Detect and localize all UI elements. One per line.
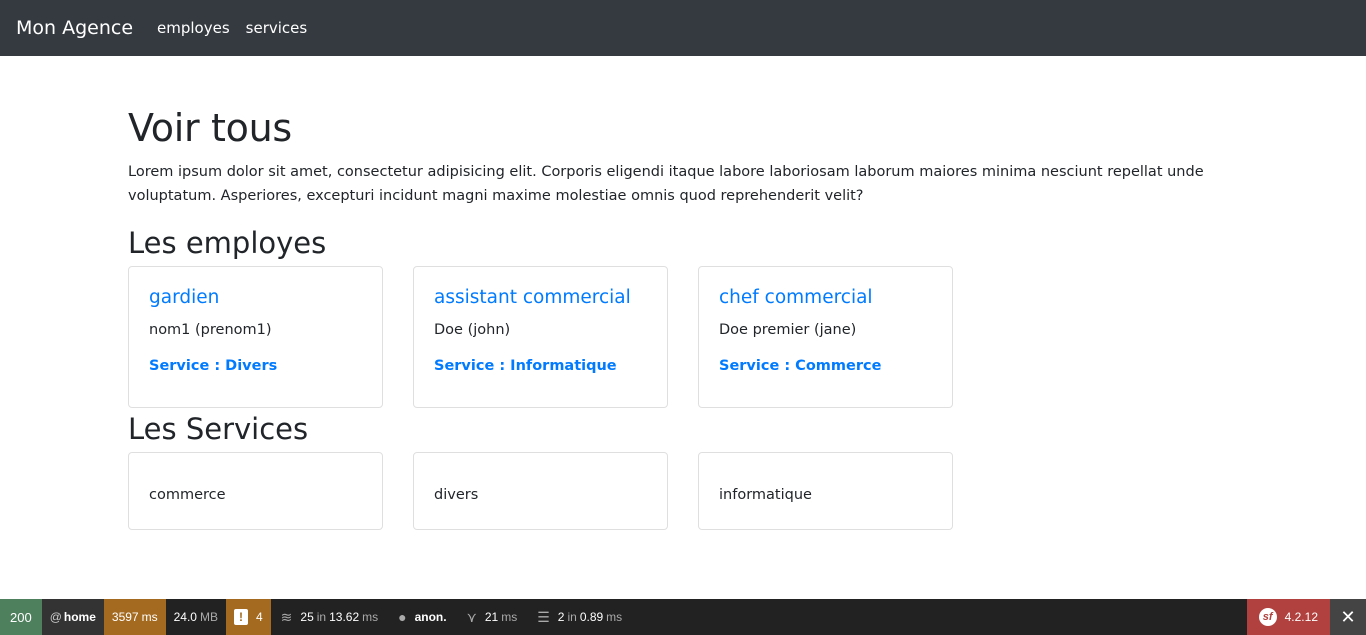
services-heading: Les Services [128,411,309,446]
warnings-panel[interactable]: ! 4 [225,599,271,635]
service-card: informatique [698,451,953,530]
employee-cards: gardien nom1 (prenom1) Service : Divers … [128,265,1238,408]
symfony-logo-icon: sf [1258,608,1277,626]
employee-card: assistant commercial Doe (john) Service … [413,265,668,408]
employee-service-link[interactable]: Service : Commerce [719,358,932,374]
cache-unit: ms [606,610,623,624]
nav-link-services[interactable]: services [246,19,308,37]
memory-unit: MB [199,610,218,624]
queries-panel[interactable]: ≋ 25 in 13.62 ms [271,599,386,635]
route-prefix: @ [49,610,62,624]
employee-service-link[interactable]: Service : Informatique [434,358,647,374]
employee-card: chef commercial Doe premier (jane) Servi… [698,265,953,408]
cache-in: in [567,610,577,624]
debug-toolbar: 200 @ home 3597 ms 24.0 MB ! 4 ≋ 25 in 1… [0,599,1366,635]
cache-time: 0.89 [579,610,604,624]
cache-count: 2 [557,610,565,624]
route-info[interactable]: @ home [41,599,104,635]
time-unit: ms [141,610,158,624]
service-name: informatique [719,486,812,503]
status-code[interactable]: 200 [0,599,42,635]
user-panel[interactable]: ● anon. [386,599,454,635]
service-card: divers [413,451,668,530]
memory-value: 24.0 [173,610,197,624]
employee-name: nom1 (prenom1) [149,321,272,338]
employee-name: Doe (john) [434,321,511,338]
cache-icon: ☰ [537,608,550,625]
twig-panel[interactable]: ⋎ 21 ms [455,599,526,635]
navbar: Mon Agence employes services [0,0,1366,56]
queries-in: in [316,610,327,624]
database-layers-icon: ≋ [280,608,293,625]
nav-link-employes[interactable]: employes [157,19,230,37]
employee-job-title: assistant commercial [434,286,631,308]
symfony-version[interactable]: sf 4.2.12 [1246,599,1330,635]
version-value: 4.2.12 [1284,610,1318,624]
service-card: commerce [128,451,383,530]
twig-icon: ⋎ [466,608,477,625]
close-icon: ✕ [1340,606,1356,627]
cache-panel[interactable]: ☰ 2 in 0.89 ms [525,599,630,635]
queries-unit: ms [362,610,379,624]
employee-job-title: chef commercial [719,286,873,308]
brand-link[interactable]: Mon Agence [16,17,133,39]
employees-heading: Les employes [128,225,327,260]
status-code-value: 200 [10,609,32,625]
employee-card: gardien nom1 (prenom1) Service : Divers [128,265,383,408]
close-toolbar-button[interactable]: ✕ [1330,599,1366,635]
service-cards: commerce divers informatique [128,451,1238,530]
employee-service-link[interactable]: Service : Divers [149,358,362,374]
employee-name: Doe premier (jane) [719,321,857,338]
queries-count: 25 [300,610,314,624]
service-name: divers [434,486,479,503]
user-icon: ● [398,609,407,625]
page-title: Voir tous [128,106,292,150]
time-value: 3597 [111,610,139,624]
twig-value: 21 [484,610,499,624]
service-name: commerce [149,486,226,503]
main-container: Voir tous Lorem ipsum dolor sit amet, co… [128,56,1238,530]
queries-time: 13.62 [329,610,360,624]
route-name: home [63,610,96,624]
memory-panel[interactable]: 24.0 MB [165,599,226,635]
twig-unit: ms [501,610,518,624]
intro-text: Lorem ipsum dolor sit amet, consectetur … [128,163,1204,204]
time-panel[interactable]: 3597 ms [103,599,166,635]
warnings-count: 4 [255,610,263,624]
user-name: anon. [414,610,447,624]
employee-job-title: gardien [149,286,220,308]
warning-icon: ! [233,609,248,625]
